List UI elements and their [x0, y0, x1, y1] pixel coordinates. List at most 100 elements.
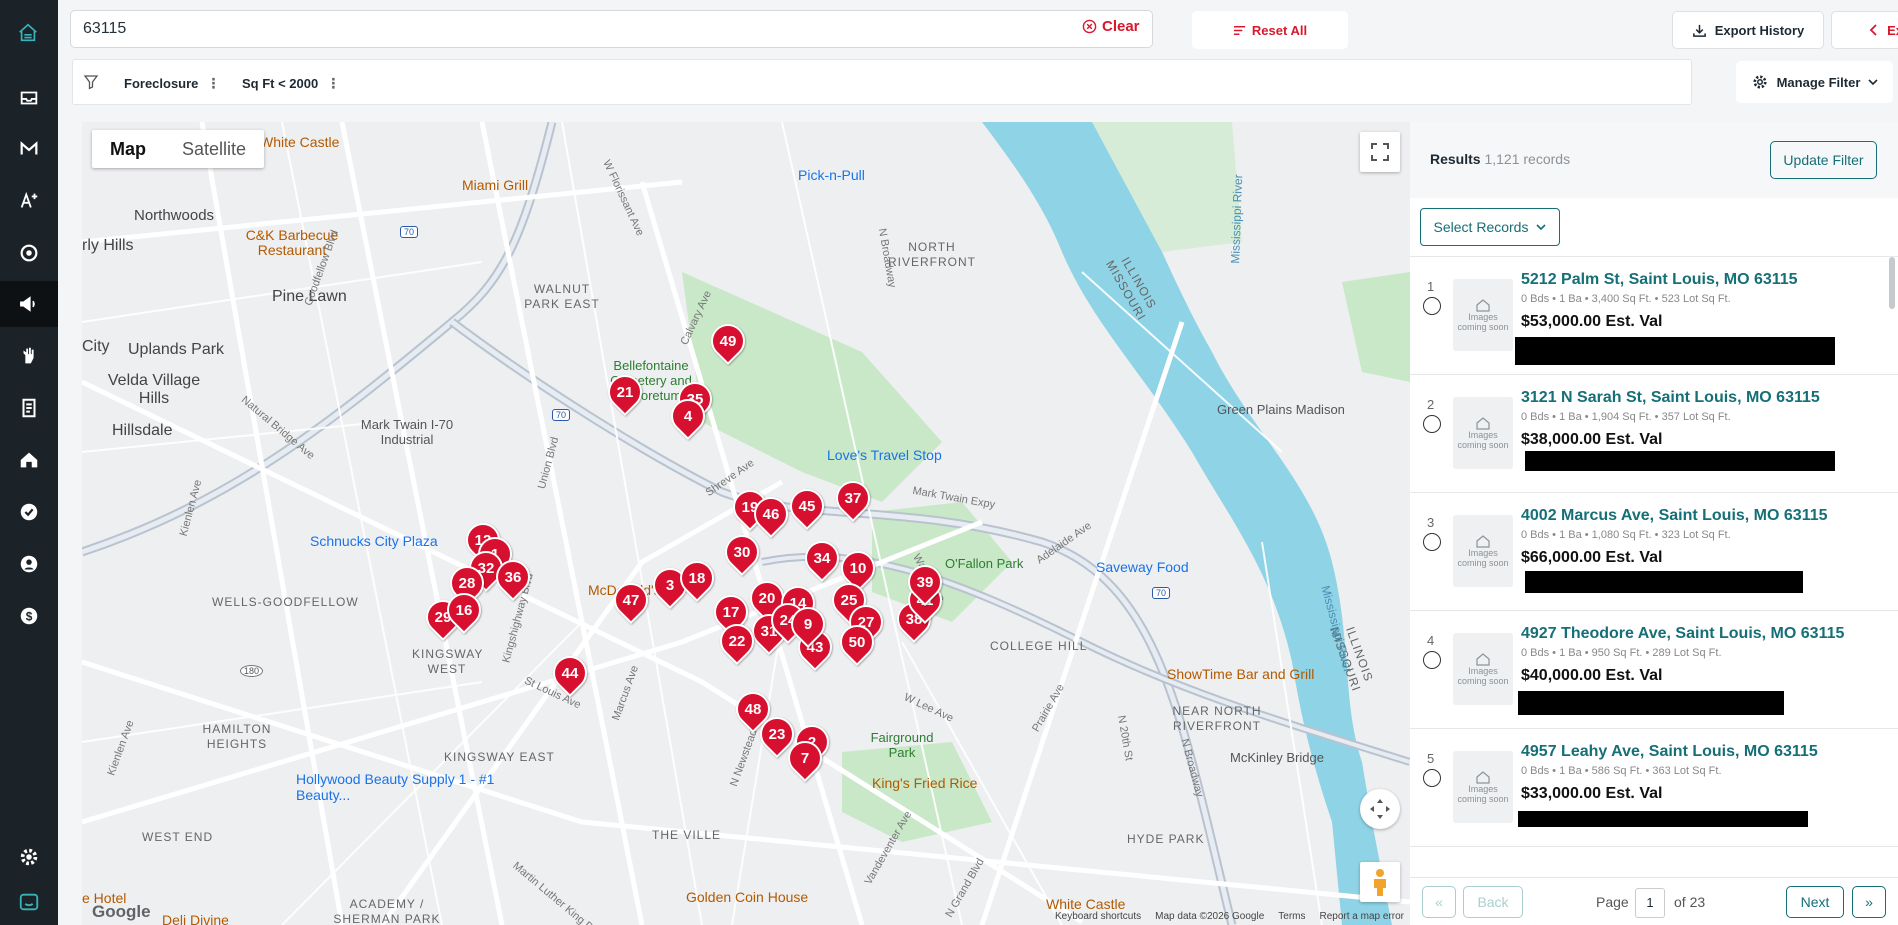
poi-label[interactable]: Love's Travel Stop [827, 447, 942, 463]
tab-map[interactable]: Map [92, 130, 164, 168]
chat-icon[interactable] [17, 890, 41, 914]
property-address[interactable]: 4927 Theodore Ave, Saint Louis, MO 63115 [1521, 625, 1844, 643]
keyboard-shortcuts-link[interactable]: Keyboard shortcuts [1055, 911, 1141, 922]
check-circle-icon[interactable] [17, 500, 41, 524]
highway-shield: 70 [552, 409, 571, 421]
map-data-credit: Map data ©2026 Google [1155, 910, 1265, 922]
filter-bar: Foreclosure ⋮ Sq Ft < 2000 ⋮ [72, 59, 1692, 105]
target-icon[interactable] [17, 241, 41, 265]
place-label: Mark Twain I-70 Industrial [360, 417, 454, 447]
camera-control-button[interactable] [1360, 789, 1400, 829]
place-label: City [82, 338, 110, 355]
list-item[interactable]: 2 Images coming soon 3121 N Sarah St, Sa… [1410, 375, 1898, 493]
dollar-icon[interactable]: $ [17, 604, 41, 628]
highway-shield: 180 [240, 665, 264, 677]
property-address[interactable]: 3121 N Sarah St, Saint Louis, MO 63115 [1521, 389, 1820, 407]
place-label: West End [142, 830, 214, 844]
row-checkbox[interactable] [1423, 651, 1441, 669]
megaphone-icon[interactable] [17, 292, 41, 316]
property-thumbnail[interactable]: Images coming soon [1453, 633, 1513, 705]
next-button[interactable]: Next [1786, 886, 1844, 918]
results-title-label: Results [1430, 151, 1481, 167]
row-number: 5 [1427, 751, 1435, 766]
move-arrows-icon [1370, 799, 1390, 819]
property-thumbnail[interactable]: Images coming soon [1453, 751, 1513, 823]
property-address[interactable]: 4957 Leahy Ave, Saint Louis, MO 63115 [1521, 743, 1818, 761]
page-number-input[interactable]: 1 [1635, 888, 1665, 918]
row-checkbox[interactable] [1423, 769, 1441, 787]
poi-label[interactable]: Hollywood Beauty Supply 1 - #1 Beauty... [296, 771, 506, 803]
poi-label[interactable]: McKinley Bridge [1230, 750, 1324, 765]
app-logo-icon[interactable] [13, 18, 43, 48]
back-button[interactable]: Back [1463, 886, 1523, 918]
mail-icon[interactable] [17, 137, 41, 161]
terms-link[interactable]: Terms [1278, 911, 1305, 922]
hand-icon[interactable] [17, 344, 41, 368]
filter-icon[interactable] [83, 74, 99, 90]
row-checkbox[interactable] [1423, 297, 1441, 315]
contacts-icon[interactable] [17, 396, 41, 420]
filter-chip-foreclosure[interactable]: Foreclosure ⋮ [124, 75, 220, 92]
poi-label[interactable]: Golden Coin House [686, 889, 808, 905]
search-input[interactable]: 63115 [70, 10, 1153, 48]
manage-filter-label: Manage Filter [1776, 74, 1861, 90]
reset-all-button[interactable]: Reset All [1192, 11, 1348, 49]
first-page-button[interactable]: « [1422, 886, 1456, 918]
poi-label[interactable]: ShowTime Bar and Grill [1167, 666, 1314, 682]
filter-chip-sqft[interactable]: Sq Ft < 2000 ⋮ [242, 75, 340, 92]
clear-x-icon [1082, 19, 1097, 34]
ai-text-icon[interactable] [17, 189, 41, 213]
fullscreen-button[interactable] [1360, 132, 1400, 172]
list-item[interactable]: 4 Images coming soon 4927 Theodore Ave, … [1410, 611, 1898, 729]
list-item[interactable]: 3 Images coming soon 4002 Marcus Ave, Sa… [1410, 493, 1898, 611]
property-address[interactable]: 4002 Marcus Ave, Saint Louis, MO 63115 [1521, 507, 1828, 525]
home-icon [1476, 652, 1490, 666]
exit-button[interactable]: Exit [1831, 11, 1898, 49]
list-icon [1233, 25, 1245, 35]
results-scrollbar[interactable] [1889, 257, 1895, 309]
map-view[interactable]: Northwoods Pine Lawn Uplands Park Velda … [82, 122, 1410, 925]
property-thumbnail[interactable]: Images coming soon [1453, 397, 1513, 469]
street-view-pegman[interactable] [1360, 862, 1400, 902]
place-label: rly Hills [82, 237, 134, 254]
property-price: $33,000.00 Est. Val [1521, 785, 1663, 802]
tab-satellite[interactable]: Satellite [164, 130, 264, 168]
settings-icon[interactable] [17, 845, 41, 869]
property-thumbnail[interactable]: Images coming soon [1453, 279, 1513, 351]
kebab-menu-icon[interactable]: ⋮ [206, 75, 220, 92]
property-address[interactable]: 5212 Palm St, Saint Louis, MO 63115 [1521, 271, 1798, 289]
row-number: 2 [1427, 397, 1435, 412]
kebab-menu-icon[interactable]: ⋮ [326, 75, 340, 92]
poi-label[interactable]: Schnucks City Plaza [310, 533, 438, 549]
poi-label[interactable]: Saveway Food [1096, 559, 1189, 575]
manage-filter-button[interactable]: Manage Filter [1736, 61, 1893, 103]
poi-label[interactable]: White Castle [260, 134, 339, 150]
list-item[interactable]: 5 Images coming soon 4957 Leahy Ave, Sai… [1410, 729, 1898, 847]
user-icon[interactable] [17, 552, 41, 576]
place-label: North Riverfront [888, 240, 976, 269]
home-icon[interactable] [17, 448, 41, 472]
inbox-icon[interactable] [17, 86, 41, 110]
report-error-link[interactable]: Report a map error [1320, 911, 1404, 922]
thumbnail-text: Images coming soon [1457, 311, 1509, 332]
update-filter-button[interactable]: Update Filter [1770, 141, 1877, 179]
select-records-dropdown[interactable]: Select Records [1420, 208, 1560, 246]
redacted-block [1525, 451, 1835, 471]
property-thumbnail[interactable]: Images coming soon [1453, 515, 1513, 587]
place-label: Velda Village Hills [107, 372, 201, 407]
last-page-button[interactable]: » [1852, 886, 1886, 918]
row-checkbox[interactable] [1423, 533, 1441, 551]
pin-number: 36 [504, 568, 522, 586]
export-history-button[interactable]: Export History [1672, 11, 1824, 49]
filter-chip-label: Sq Ft < 2000 [242, 76, 319, 91]
poi-label[interactable]: Pick-n-Pull [798, 167, 865, 183]
poi-label[interactable]: Miami Grill [462, 177, 528, 193]
list-item[interactable]: 1 Images coming soon 5212 Palm St, Saint… [1410, 257, 1898, 375]
pin-number: 44 [561, 664, 579, 682]
place-label: Green Plains Madison [1217, 402, 1345, 417]
clear-label: Clear [1102, 18, 1140, 35]
poi-label[interactable]: King's Fried Rice [872, 775, 977, 791]
place-label: O'Fallon Park [945, 556, 1024, 571]
row-checkbox[interactable] [1423, 415, 1441, 433]
clear-button[interactable]: Clear [1082, 18, 1140, 35]
